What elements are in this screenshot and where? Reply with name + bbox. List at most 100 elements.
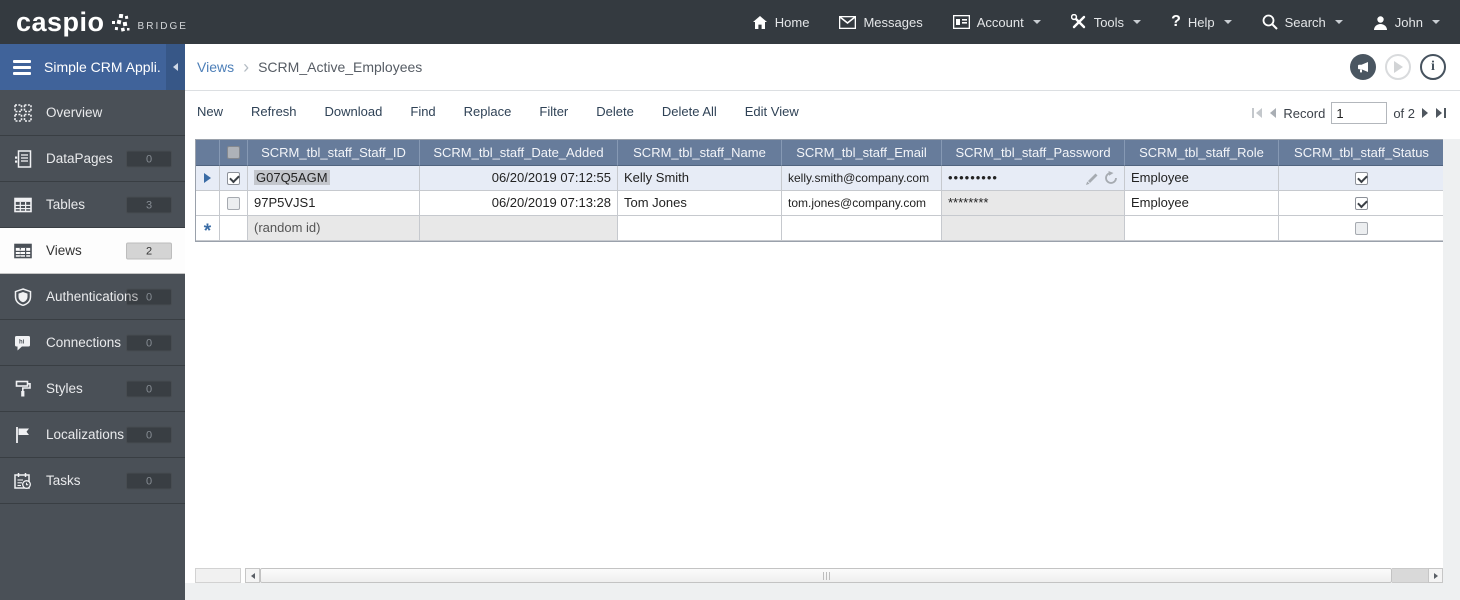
row-indicator[interactable] xyxy=(196,166,220,191)
nav-user[interactable]: John xyxy=(1373,15,1440,30)
cell-email-new[interactable] xyxy=(782,216,942,241)
nav-messages[interactable]: Messages xyxy=(839,15,923,30)
column-header-password[interactable]: SCRM_tbl_staff_Password xyxy=(942,140,1125,166)
row-checkbox[interactable] xyxy=(227,196,240,210)
first-record-button[interactable] xyxy=(1252,108,1263,118)
row-indicator[interactable] xyxy=(196,191,220,216)
nav-account[interactable]: Account xyxy=(952,15,1041,30)
column-header-status[interactable]: SCRM_tbl_staff_Status xyxy=(1279,140,1444,166)
sidebar-item-views[interactable]: Views 2 xyxy=(0,228,185,274)
cell-date-added-new xyxy=(420,216,618,241)
cell-staff-id-new[interactable]: (random id) xyxy=(248,216,420,241)
info-icon[interactable]: i xyxy=(1420,54,1446,80)
cell-staff-id[interactable]: G07Q5AGM xyxy=(248,166,420,191)
sidebar-item-overview[interactable]: Overview xyxy=(0,90,185,136)
select-all-checkbox[interactable] xyxy=(227,146,240,159)
edit-view-button[interactable]: Edit View xyxy=(745,104,799,119)
scrollbar-thumb[interactable] xyxy=(260,568,1392,583)
sidebar-app-header[interactable]: Simple CRM Appli... xyxy=(0,44,185,90)
scroll-right-icon xyxy=(1433,572,1438,579)
cell-password[interactable]: ******** xyxy=(942,191,1125,216)
connections-count-badge: 0 xyxy=(126,334,172,351)
cell-name[interactable]: Tom Jones xyxy=(618,191,782,216)
tasks-count-badge: 0 xyxy=(126,472,172,489)
main-content: Views › SCRM_Active_Employees i New Refr… xyxy=(185,44,1460,600)
delete-button[interactable]: Delete xyxy=(596,104,634,119)
cell-status[interactable] xyxy=(1279,166,1444,191)
sidebar-item-label: Tables xyxy=(46,197,86,212)
help-icon: ? xyxy=(1171,13,1181,30)
nav-search[interactable]: Search xyxy=(1262,14,1343,30)
sidebar-item-datapages[interactable]: DataPages 0 xyxy=(0,136,185,182)
status-checkbox[interactable] xyxy=(1355,196,1368,210)
row-checkbox[interactable] xyxy=(227,171,240,185)
replace-button[interactable]: Replace xyxy=(464,104,512,119)
download-button[interactable]: Download xyxy=(325,104,383,119)
new-record-icon: * xyxy=(203,221,212,241)
sidebar-item-tasks[interactable]: Tasks 0 xyxy=(0,458,185,504)
sidebar-collapse-button[interactable] xyxy=(166,44,185,90)
status-checkbox[interactable] xyxy=(1355,221,1368,235)
sidebar-item-localizations[interactable]: Localizations 0 xyxy=(0,412,185,458)
edit-password-icon[interactable] xyxy=(1086,172,1099,185)
cell-role-new[interactable] xyxy=(1125,216,1279,241)
sidebar-item-styles[interactable]: Styles 0 xyxy=(0,366,185,412)
cell-staff-id[interactable]: 97P5VJS1 xyxy=(248,191,420,216)
announcement-icon[interactable] xyxy=(1350,54,1376,80)
scroll-right-button[interactable] xyxy=(1428,568,1443,583)
cell-status-new[interactable] xyxy=(1279,216,1444,241)
nav-help[interactable]: ? Help xyxy=(1171,14,1232,30)
sidebar-item-label: Styles xyxy=(46,381,83,396)
caspio-logo-dots-icon xyxy=(111,13,130,32)
sidebar-item-connections[interactable]: hi Connections 0 xyxy=(0,320,185,366)
nav-home[interactable]: Home xyxy=(752,15,809,30)
top-navbar: caspio BRIDGE Home Messages Account Tool… xyxy=(0,0,1460,44)
sidebar-item-tables[interactable]: Tables 3 xyxy=(0,182,185,228)
sidebar-item-authentications[interactable]: Authentications 0 xyxy=(0,274,185,320)
cell-password[interactable]: ••••••••• xyxy=(942,166,1125,191)
connections-icon: hi xyxy=(14,334,32,352)
menu-icon[interactable] xyxy=(13,59,31,75)
search-icon xyxy=(1262,14,1278,30)
previous-record-button[interactable] xyxy=(1269,108,1277,118)
cell-role[interactable]: Employee xyxy=(1125,166,1279,191)
cell-date-added[interactable]: 06/20/2019 07:12:55 xyxy=(420,166,618,191)
nav-tools[interactable]: Tools xyxy=(1070,14,1142,30)
cell-name-new[interactable] xyxy=(618,216,782,241)
reset-password-icon[interactable] xyxy=(1104,171,1118,185)
cell-email[interactable]: tom.jones@company.com xyxy=(782,191,942,216)
scrollbar-track[interactable] xyxy=(1392,568,1428,583)
column-header-email[interactable]: SCRM_tbl_staff_Email xyxy=(782,140,942,166)
cell-password-new[interactable] xyxy=(942,216,1125,241)
cell-date-added[interactable]: 06/20/2019 07:13:28 xyxy=(420,191,618,216)
caspio-logo[interactable]: caspio BRIDGE xyxy=(0,8,204,36)
cell-name[interactable]: Kelly Smith xyxy=(618,166,782,191)
column-header-staff-id[interactable]: SCRM_tbl_staff_Staff_ID xyxy=(248,140,420,166)
navbar-menu: Home Messages Account Tools ? Help Searc… xyxy=(752,14,1460,30)
next-record-button[interactable] xyxy=(1421,108,1429,118)
record-number-input[interactable] xyxy=(1331,102,1388,124)
last-record-button[interactable] xyxy=(1435,108,1446,118)
status-checkbox[interactable] xyxy=(1355,171,1368,185)
find-button[interactable]: Find xyxy=(410,104,435,119)
cell-role[interactable]: Employee xyxy=(1125,191,1279,216)
row-select-cell[interactable] xyxy=(220,191,248,216)
column-header-date-added[interactable]: SCRM_tbl_staff_Date_Added xyxy=(420,140,618,166)
refresh-button[interactable]: Refresh xyxy=(251,104,297,119)
scroll-left-button[interactable] xyxy=(245,568,260,583)
filter-button[interactable]: Filter xyxy=(539,104,568,119)
row-select-cell[interactable] xyxy=(220,166,248,191)
page-header-actions: i xyxy=(1350,54,1446,80)
breadcrumb-views-link[interactable]: Views xyxy=(197,59,234,75)
cell-email[interactable]: kelly.smith@company.com xyxy=(782,166,942,191)
content-bottom-gutter xyxy=(185,583,1460,600)
play-icon[interactable] xyxy=(1385,54,1411,80)
column-header-role[interactable]: SCRM_tbl_staff_Role xyxy=(1125,140,1279,166)
datapages-icon xyxy=(14,149,32,168)
delete-all-button[interactable]: Delete All xyxy=(662,104,717,119)
new-button[interactable]: New xyxy=(197,104,223,119)
new-row-indicator[interactable]: * xyxy=(196,216,220,241)
select-all-header[interactable] xyxy=(220,140,248,166)
column-header-name[interactable]: SCRM_tbl_staff_Name xyxy=(618,140,782,166)
cell-status[interactable] xyxy=(1279,191,1444,216)
